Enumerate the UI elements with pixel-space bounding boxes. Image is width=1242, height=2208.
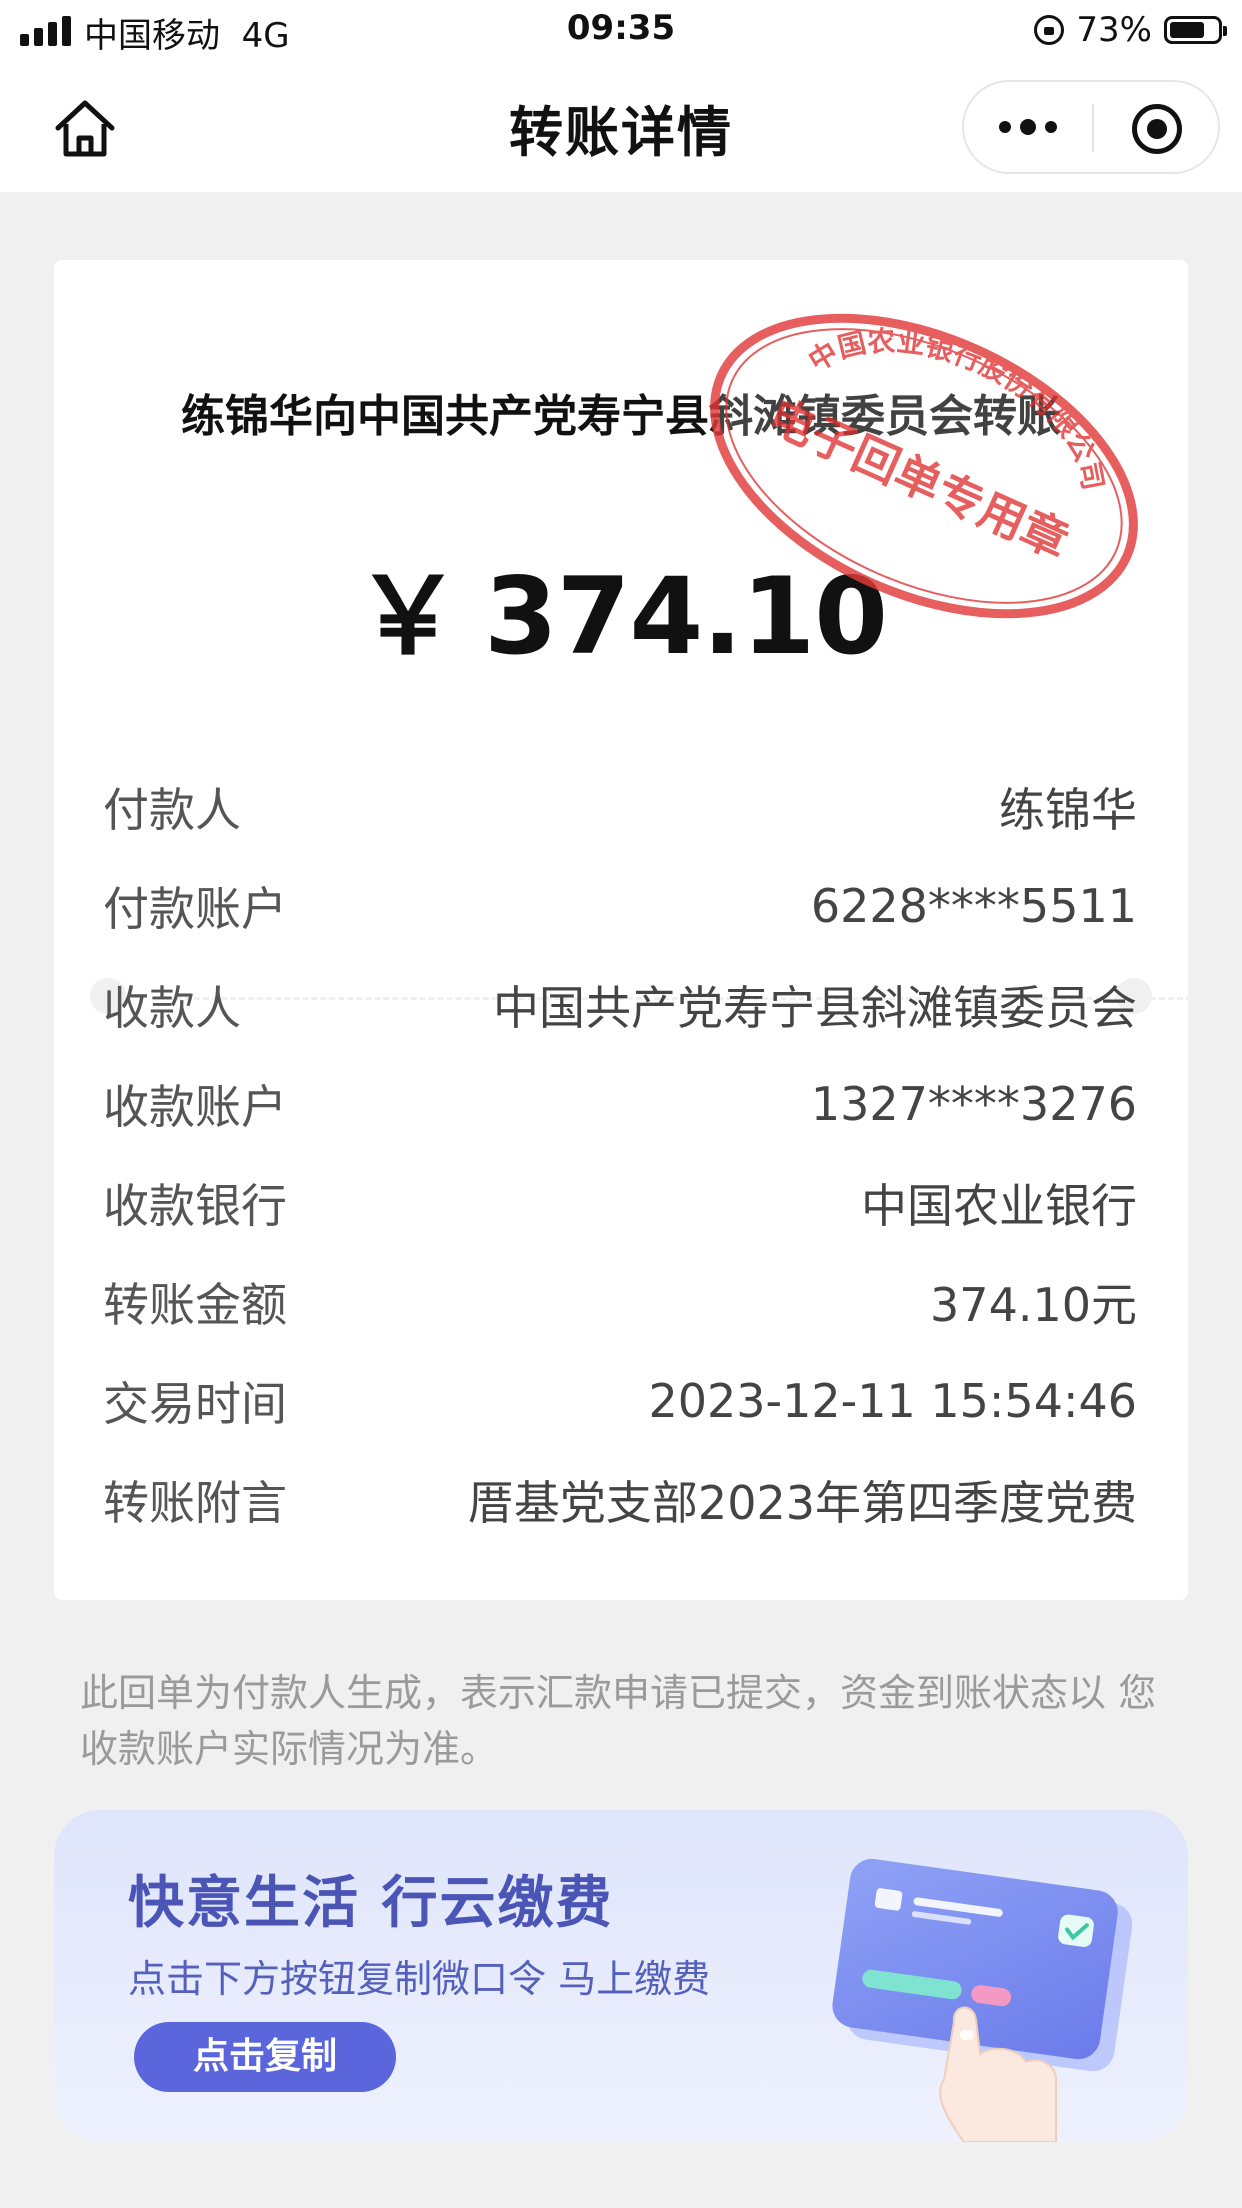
detail-label: 转账金额: [103, 1277, 287, 1332]
detail-row: 交易时间 2023-12-11 15:54:46: [103, 1351, 1137, 1450]
detail-row: 收款人 中国共产党寿宁县斜滩镇委员会: [103, 955, 1137, 1054]
detail-value: 1327****3276: [810, 1076, 1137, 1131]
battery-icon: [1164, 16, 1227, 44]
detail-value: 中国农业银行: [861, 1178, 1137, 1233]
battery-level-fill: [1170, 22, 1204, 38]
detail-row: 收款银行 中国农业银行: [103, 1153, 1137, 1252]
detail-label: 付款人: [103, 782, 241, 837]
detail-label: 付款账户: [103, 881, 287, 936]
orientation-lock-icon: [1034, 15, 1065, 45]
more-button[interactable]: [964, 82, 1092, 172]
more-dots-icon: [999, 121, 1011, 133]
card-tap-illustration-icon: [832, 1858, 1133, 2142]
detail-list: 付款人 练锦华 付款账户 6228****5511 收款人 中国共产党寿宁县斜滩镇委员会收…: [103, 757, 1137, 1549]
detail-value: 374.10元: [930, 1277, 1137, 1332]
detail-row: 付款人 练锦华: [103, 757, 1137, 856]
detail-value: 练锦华: [999, 782, 1137, 837]
status-right: 73%: [1034, 10, 1227, 50]
detail-value: 6228****5511: [810, 878, 1137, 933]
detail-value: 2023-12-11 15:54:46: [648, 1373, 1137, 1428]
detail-value: 中国共产党寿宁县斜滩镇委员会: [493, 980, 1137, 1035]
detail-label: 转账附言: [103, 1475, 287, 1530]
miniprogram-close-icon[interactable]: [1132, 104, 1182, 154]
nav-bar: 转账详情: [0, 64, 1242, 192]
promo-banner[interactable]: 快意生活 行云缴费 点击下方按钮复制微口令 马上缴费 点击复制: [54, 1810, 1188, 2142]
detail-row: 转账附言 厝基党支部2023年第四季度党费: [103, 1450, 1137, 1549]
banner-title: 快意生活 行云缴费: [128, 1871, 614, 1936]
miniprogram-capsule: [962, 80, 1220, 174]
detail-value: 厝基党支部2023年第四季度党费: [467, 1475, 1137, 1530]
receipt-note: 此回单为付款人生成，表示汇款申请已提交，资金到账状态以 您收款账户实际情况为准。: [80, 1671, 1157, 1771]
detail-label: 交易时间: [103, 1376, 287, 1431]
banner-subtitle: 点击下方按钮复制微口令 马上缴费: [128, 1957, 711, 2001]
bank-seal-stamp: 中国农业银行股份有限公司 电子回单专用章: [710, 296, 1141, 619]
copy-button[interactable]: 点击复制: [134, 2022, 396, 2092]
detail-label: 收款账户: [103, 1079, 287, 1134]
detail-row: 收款账户 1327****3276: [103, 1054, 1137, 1153]
status-bar: 中国移动 4G 09:35 73%: [0, 0, 1242, 64]
detail-row: 转账金额 374.10元: [103, 1252, 1137, 1351]
detail-label: 收款银行: [103, 1178, 287, 1233]
battery-percent: 73%: [1076, 10, 1152, 50]
capsule-divider: [1092, 104, 1094, 152]
detail-label: 收款人: [103, 980, 241, 1035]
detail-row: 付款账户 6228****5511: [103, 856, 1137, 955]
currency-symbol: ￥: [354, 555, 461, 678]
